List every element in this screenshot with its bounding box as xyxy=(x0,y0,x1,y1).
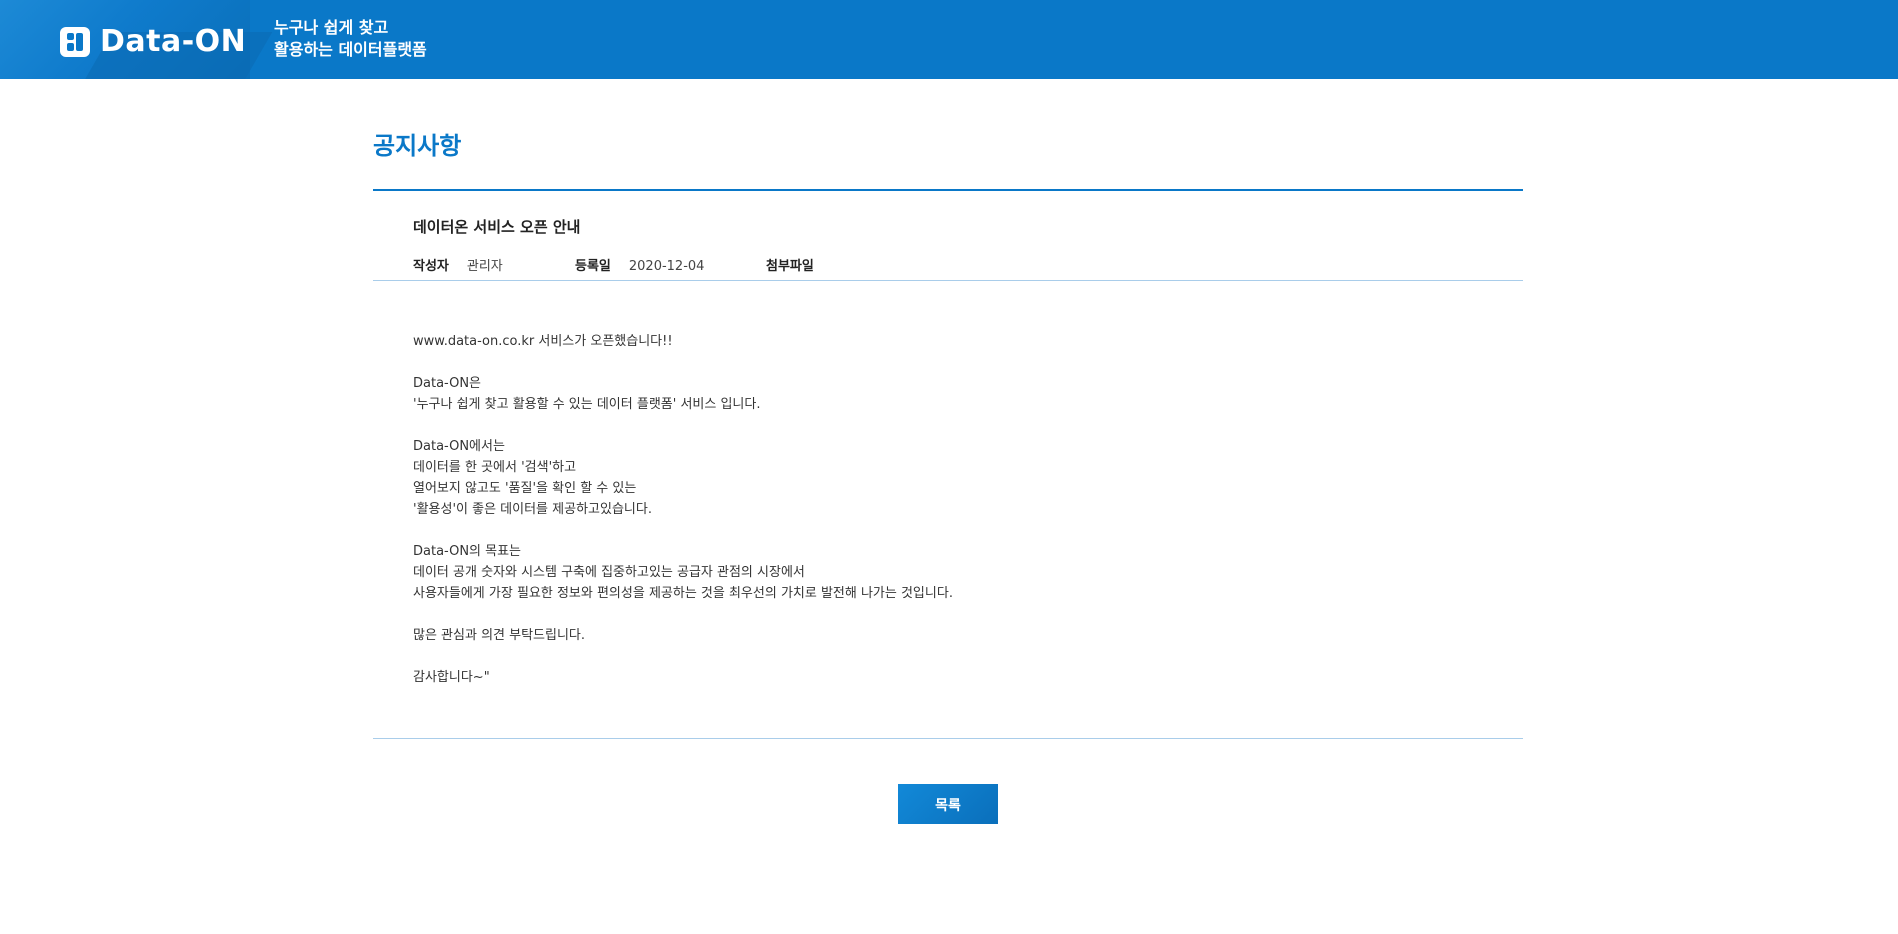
author-field: 작성자 관리자 xyxy=(413,258,575,276)
body-line: 열어보지 않고도 '품질'을 확인 할 수 있는 xyxy=(413,481,637,496)
body-line: '활용성'이 좋은 데이터를 제공하고있습니다. xyxy=(413,502,652,517)
site-header: Data-ON 누구나 쉽게 찾고 활용하는 데이터플랫폼 xyxy=(0,0,1898,79)
post-title: 데이터온 서비스 오픈 안내 xyxy=(413,218,581,236)
logo-text: Data-ON xyxy=(100,24,247,59)
page-title: 공지사항 xyxy=(373,132,462,160)
date-label: 등록일 xyxy=(575,259,611,274)
tagline-line-1: 누구나 쉽게 찾고 xyxy=(274,18,389,37)
author-value: 관리자 xyxy=(466,259,503,274)
main-content: 공지사항 데이터온 서비스 오픈 안내 작성자 관리자 등록일 2020-12-… xyxy=(373,79,1523,824)
body-line: Data-ON은 xyxy=(413,376,482,391)
post-body: www.data-on.co.kr 서비스가 오픈했습니다!! Data-ON은 '… xyxy=(373,281,1523,739)
post-header: 데이터온 서비스 오픈 안내 작성자 관리자 등록일 2020-12-04 첨부… xyxy=(373,191,1523,281)
body-line: '누구나 쉽게 찾고 활용할 수 있는 데이터 플랫폼' 서비스 입니다. xyxy=(413,397,761,412)
post-meta: 작성자 관리자 등록일 2020-12-04 첨부파일 xyxy=(413,258,1483,276)
logo[interactable]: Data-ON xyxy=(60,24,246,59)
author-label: 작성자 xyxy=(413,259,449,274)
tagline-line-2: 활용하는 데이터플랫폼 xyxy=(274,40,427,59)
body-line: Data-ON의 목표는 xyxy=(413,544,522,559)
body-line: 데이터를 한 곳에서 '검색'하고 xyxy=(413,460,577,475)
attachment-label: 첨부파일 xyxy=(766,259,814,274)
logo-icon xyxy=(60,26,90,57)
site-tagline: 누구나 쉽게 찾고 활용하는 데이터플랫폼 xyxy=(274,17,427,61)
body-line: 데이터 공개 숫자와 시스템 구축에 집중하고있는 공급자 관점의 시장에서 xyxy=(413,565,805,580)
button-area: 목록 xyxy=(373,784,1523,824)
body-line: 사용자들에게 가장 필요한 정보와 편의성을 제공하는 것을 최우선의 가치로 … xyxy=(413,586,953,601)
body-line: 많은 관심과 의견 부탁드립니다. xyxy=(413,628,586,643)
body-line: 감사합니다~" xyxy=(413,670,490,685)
date-value: 2020-12-04 xyxy=(628,259,705,274)
body-line: Data-ON에서는 xyxy=(413,439,505,454)
attachment-field: 첨부파일 xyxy=(766,258,832,276)
date-field: 등록일 2020-12-04 xyxy=(575,258,766,276)
body-line: www.data-on.co.kr 서비스가 오픈했습니다!! xyxy=(413,334,673,349)
list-button[interactable]: 목록 xyxy=(898,784,998,824)
